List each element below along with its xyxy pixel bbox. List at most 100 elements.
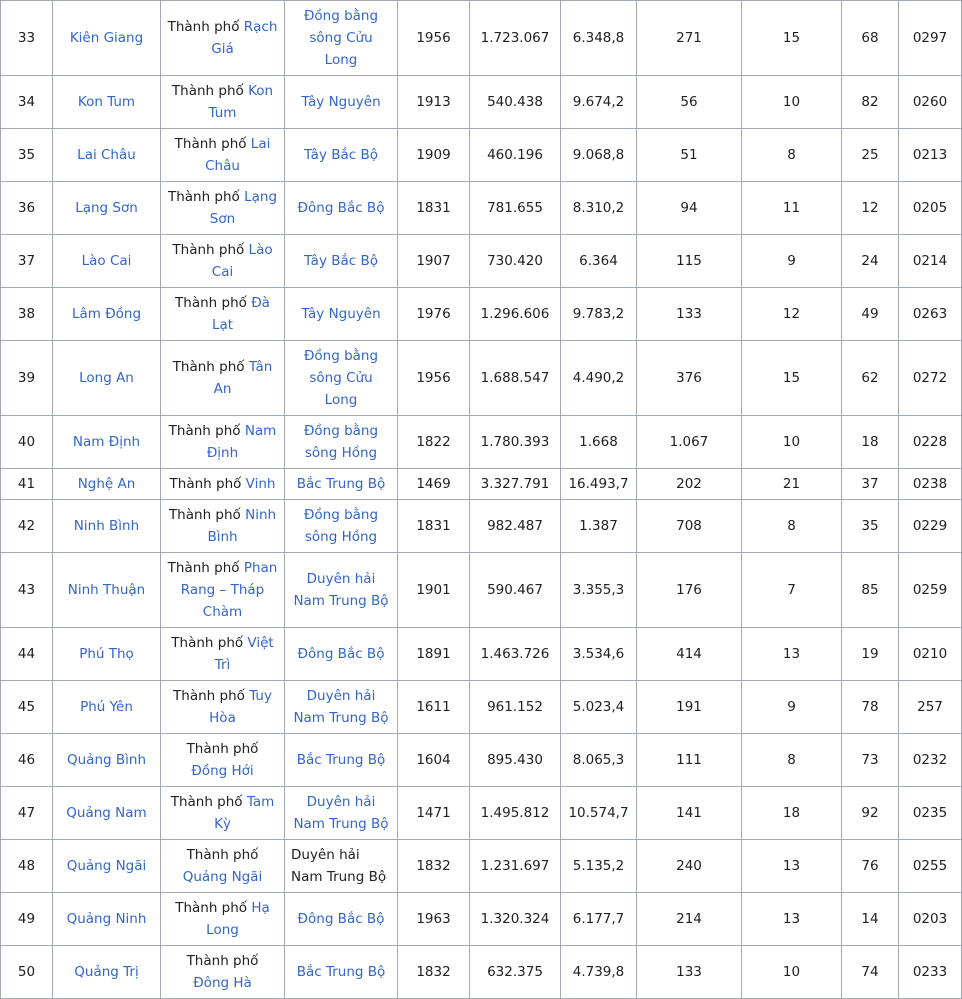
region-link[interactable]: Đồng bằng sông Cửu Long	[304, 348, 378, 408]
cell-units: 12	[741, 287, 842, 341]
cell-units: 8	[741, 128, 842, 182]
cell-year: 1831	[397, 181, 470, 235]
cell-area: 6.348,8	[560, 0, 637, 76]
capital-link[interactable]: Vinh	[246, 476, 276, 492]
table-row: 37 Lào Cai Thành phố Lào Cai Tây Bắc Bộ 1907…	[0, 234, 962, 288]
region-link[interactable]: Duyên hải Nam Trung Bộ	[293, 688, 388, 726]
region-link[interactable]: Duyên hải Nam Trung Bộ	[293, 571, 388, 609]
cell-plate: 92	[841, 786, 899, 840]
province-link[interactable]: Quảng Ninh	[67, 911, 147, 927]
cell-capital: Thành phố Hạ Long	[160, 892, 285, 946]
capital-prefix: Thành phố	[186, 741, 259, 757]
province-link[interactable]: Kon Tum	[78, 94, 135, 110]
region-link[interactable]: Đồng bằng sông Cửu Long	[304, 8, 378, 68]
cell-phone: 0213	[898, 128, 962, 182]
cell-population: 632.375	[469, 945, 561, 999]
table-row: 46 Quảng Bình Thành phố Đồng Hới Bắc Trung …	[0, 733, 962, 787]
region-link[interactable]: Đông Bắc Bộ	[298, 200, 385, 216]
region-link[interactable]: Đồng bằng sông Hồng	[304, 507, 378, 545]
province-link[interactable]: Phú Thọ	[79, 646, 134, 662]
province-link[interactable]: Quảng Trị	[74, 964, 138, 980]
cell-region: Tây Bắc Bộ	[284, 234, 398, 288]
capital-prefix: Thành phố	[168, 423, 245, 439]
cell-density: 111	[636, 733, 742, 787]
cell-phone: 0272	[898, 340, 962, 416]
cell-phone: 0205	[898, 181, 962, 235]
cell-province: Lào Cai	[52, 234, 161, 288]
table-row: 43 Ninh Thuận Thành phố Phan Rang – Tháp C…	[0, 552, 962, 628]
cell-population: 1.296.606	[469, 287, 561, 341]
cell-year: 1469	[397, 468, 470, 500]
region-link[interactable]: Đông Bắc Bộ	[298, 911, 385, 927]
capital-link[interactable]: Đông Hà	[193, 975, 252, 991]
province-link[interactable]: Lâm Đồng	[72, 306, 141, 322]
cell-capital: Thành phố Tân An	[160, 340, 285, 416]
province-link[interactable]: Ninh Bình	[74, 518, 139, 534]
cell-plate: 68	[841, 0, 899, 76]
province-link[interactable]: Ninh Thuận	[68, 582, 145, 598]
table-row: 44 Phú Thọ Thành phố Việt Trì Đông Bắc Bộ 18…	[0, 627, 962, 681]
cell-number: 34	[0, 75, 53, 129]
cell-population: 781.655	[469, 181, 561, 235]
region-link[interactable]: Tây Nguyên	[301, 94, 380, 110]
cell-population: 1.320.324	[469, 892, 561, 946]
province-link[interactable]: Long An	[79, 370, 134, 386]
cell-plate: 18	[841, 415, 899, 469]
cell-area: 16.493,7	[560, 468, 637, 500]
province-link[interactable]: Quảng Nam	[66, 805, 146, 821]
cell-year: 1956	[397, 0, 470, 76]
cell-region: Đồng bằng sông Cửu Long	[284, 340, 398, 416]
cell-plate: 14	[841, 892, 899, 946]
cell-population: 961.152	[469, 680, 561, 734]
cell-population: 1.231.697	[469, 839, 561, 893]
province-link[interactable]: Kiên Giang	[70, 30, 143, 46]
province-link[interactable]: Quảng Ngãi	[67, 858, 147, 874]
region-link[interactable]: Tây Bắc Bộ	[304, 253, 378, 269]
table-row: 34 Kon Tum Thành phố Kon Tum Tây Nguyên 1913…	[0, 75, 962, 129]
capital-prefix: Thành phố	[172, 359, 249, 375]
cell-plate: 37	[841, 468, 899, 500]
region-link[interactable]: Tây Nguyên	[301, 306, 380, 322]
cell-phone: 0255	[898, 839, 962, 893]
region-link[interactable]: Đông Bắc Bộ	[298, 646, 385, 662]
province-link[interactable]: Quảng Bình	[67, 752, 146, 768]
region-link[interactable]: Duyên hải Nam Trung Bộ	[293, 794, 388, 832]
cell-capital: Thành phố Đông Hà	[160, 945, 285, 999]
capital-prefix: Thành phố	[167, 19, 244, 35]
cell-region: Đồng bằng sông Hồng	[284, 415, 398, 469]
region-link[interactable]: Bắc Trung Bộ	[297, 964, 386, 980]
capital-prefix: Thành phố	[173, 688, 250, 704]
cell-number: 43	[0, 552, 53, 628]
cell-area: 6.364	[560, 234, 637, 288]
cell-density: 56	[636, 75, 742, 129]
cell-capital: Thành phố Nam Định	[160, 415, 285, 469]
table-row: 40 Nam Định Thành phố Nam Định Đồng bằng sô…	[0, 415, 962, 469]
cell-number: 39	[0, 340, 53, 416]
cell-phone: 0238	[898, 468, 962, 500]
province-link[interactable]: Lạng Sơn	[75, 200, 138, 216]
capital-link[interactable]: Đồng Hới	[191, 763, 253, 779]
cell-province: Nam Định	[52, 415, 161, 469]
cell-density: 141	[636, 786, 742, 840]
province-link[interactable]: Lai Châu	[77, 147, 136, 163]
cell-area: 9.068,8	[560, 128, 637, 182]
region-link[interactable]: Đồng bằng sông Hồng	[304, 423, 378, 461]
cell-number: 46	[0, 733, 53, 787]
region-link[interactable]: Bắc Trung Bộ	[297, 752, 386, 768]
cell-phone: 0297	[898, 0, 962, 76]
region-link[interactable]: Bắc Trung Bộ	[297, 476, 386, 492]
cell-density: 133	[636, 945, 742, 999]
province-link[interactable]: Nam Định	[73, 434, 140, 450]
cell-year: 1831	[397, 499, 470, 553]
capital-link[interactable]: Quảng Ngãi	[183, 869, 263, 885]
cell-region: Duyên hải Nam Trung Bộ	[284, 680, 398, 734]
cell-region: Duyên hải Nam Trung Bộ	[284, 552, 398, 628]
province-link[interactable]: Phú Yên	[80, 699, 133, 715]
cell-units: 13	[741, 627, 842, 681]
province-link[interactable]: Nghệ An	[78, 476, 136, 492]
province-link[interactable]: Lào Cai	[82, 253, 132, 269]
cell-units: 9	[741, 680, 842, 734]
cell-units: 10	[741, 415, 842, 469]
cell-area: 4.739,8	[560, 945, 637, 999]
region-link[interactable]: Tây Bắc Bộ	[304, 147, 378, 163]
